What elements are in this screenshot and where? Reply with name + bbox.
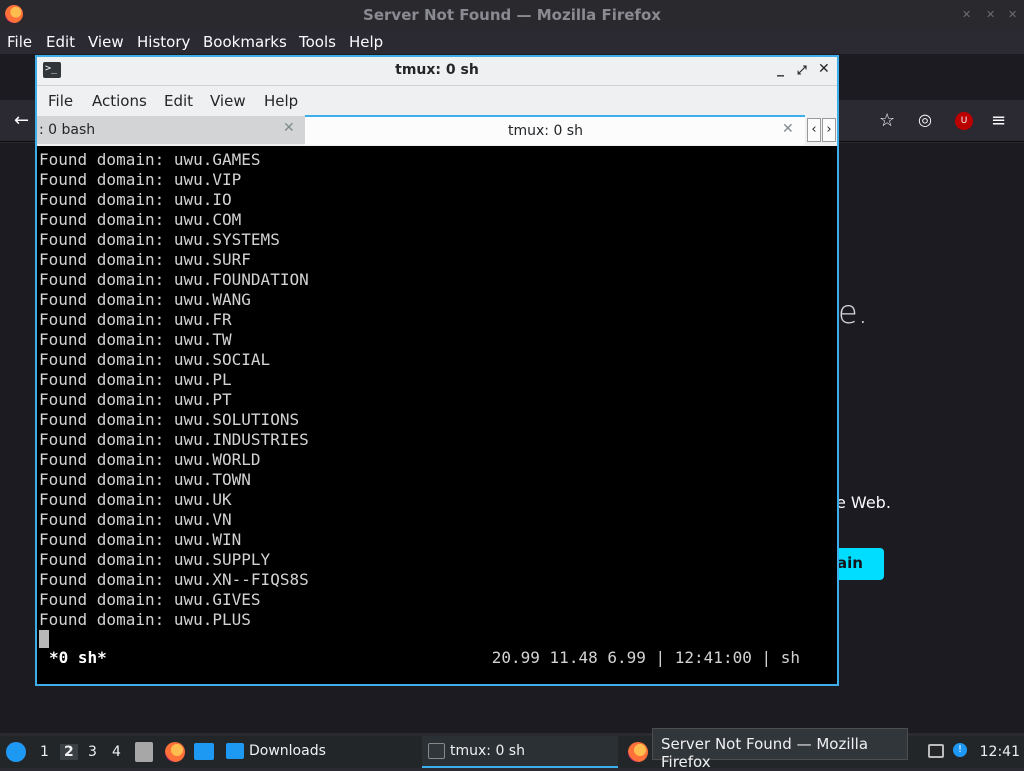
taskbar-downloads-label: Downloads (249, 743, 326, 759)
tab-close-icon[interactable]: ✕ (782, 121, 794, 137)
tab-scroll-left-icon[interactable]: ‹ (807, 118, 821, 142)
terminal-line: Found domain: uwu.PT (39, 390, 232, 409)
workspace-3[interactable]: 3 (88, 744, 97, 760)
taskbar-tmux[interactable]: tmux: 0 sh (422, 736, 618, 768)
tab-close-icon[interactable]: ✕ (283, 120, 295, 136)
terminal-line: Found domain: uwu.SOLUTIONS (39, 410, 300, 429)
terminal-line: Found domain: uwu.XN--FIQS8S (39, 570, 309, 589)
tab-bar: : 0 bash ✕ tmux: 0 sh ✕ ‹ › (37, 115, 837, 146)
private-mask-icon[interactable]: ◎ (918, 110, 932, 129)
tmux-status-right: 20.99 11.48 6.99 | 12:41:00 | sh (491, 648, 800, 667)
menu-view[interactable]: View (210, 92, 246, 110)
network-icon[interactable] (928, 744, 944, 758)
clock[interactable]: 12:41 (980, 744, 1020, 760)
tmux-window-indicator[interactable]: *0 sh* (49, 648, 107, 667)
terminal-line: Found domain: uwu.SOCIAL (39, 350, 271, 369)
menu-edit[interactable]: Edit (46, 33, 75, 51)
terminal-line: Found domain: uwu.IO (39, 190, 232, 209)
folder-icon (226, 743, 244, 759)
menu-view[interactable]: View (88, 33, 124, 51)
menu-file[interactable]: File (48, 92, 73, 110)
menu-tools[interactable]: Tools (299, 33, 336, 51)
menu-history[interactable]: History (137, 33, 190, 51)
tab-scroll-right-icon[interactable]: › (822, 118, 836, 142)
terminal-line: Found domain: uwu.SYSTEMS (39, 230, 280, 249)
firefox-menubar: File Edit View History Bookmarks Tools H… (0, 30, 1024, 54)
tmux-status-bar: *0 sh* 20.99 11.48 6.99 | 12:41:00 | sh (37, 646, 837, 670)
firefox-tooltip: Server Not Found — Mozilla Firefox (652, 728, 908, 771)
file-manager-icon[interactable] (135, 742, 153, 762)
tmux-titlebar[interactable]: >_ tmux: 0 sh _ ⤢ ✕ (37, 57, 837, 85)
terminal-line: Found domain: uwu.INDUSTRIES (39, 430, 309, 449)
minimize-icon[interactable]: ✕ (962, 8, 971, 21)
menu-edit[interactable]: Edit (164, 92, 193, 110)
close-icon[interactable]: ✕ (1008, 8, 1017, 21)
notification-icon[interactable]: ! (953, 743, 967, 757)
menu-actions[interactable]: Actions (92, 92, 147, 110)
workspace-1[interactable]: 1 (40, 744, 49, 760)
desktop-icon[interactable] (194, 743, 214, 760)
terminal-line: Found domain: uwu.SURF (39, 250, 251, 269)
terminal-line: Found domain: uwu.WORLD (39, 450, 261, 469)
menu-bookmarks[interactable]: Bookmarks (203, 33, 287, 51)
firefox-launcher-icon[interactable] (165, 742, 185, 762)
terminal-line: Found domain: uwu.WANG (39, 290, 251, 309)
menu-file[interactable]: File (7, 33, 32, 51)
taskbar-firefox-icon[interactable] (628, 742, 648, 762)
terminal-line: Found domain: uwu.TW (39, 330, 232, 349)
terminal-line: Found domain: uwu.GIVES (39, 590, 261, 609)
taskbar-downloads[interactable]: Downloads (222, 736, 402, 768)
workspace-2[interactable]: 2 (60, 744, 78, 760)
firefox-titlebar: Server Not Found — Mozilla Firefox ✕ ✕ ✕ (0, 0, 1024, 30)
terminal-line: Found domain: uwu.FOUNDATION (39, 270, 309, 289)
terminal-line: Found domain: uwu.WIN (39, 530, 242, 549)
terminal-line: Found domain: uwu.PLUS (39, 610, 251, 629)
terminal-line: Found domain: uwu.COM (39, 210, 242, 229)
menu-help[interactable]: Help (349, 33, 383, 51)
close-icon[interactable]: ✕ (818, 61, 830, 77)
back-icon[interactable]: ← (14, 110, 29, 131)
terminal-area[interactable]: Found domain: uwu.GAMES Found domain: uwu… (37, 146, 837, 684)
firefox-window-title: Server Not Found — Mozilla Firefox (363, 6, 661, 24)
terminal-output: Found domain: uwu.GAMES Found domain: uwu… (39, 150, 309, 630)
maximize-icon[interactable]: ⤢ (797, 63, 807, 78)
app-launcher-icon[interactable] (6, 742, 26, 762)
menu-help[interactable]: Help (264, 92, 298, 110)
terminal-icon (428, 743, 445, 759)
tab-label: : 0 bash (39, 122, 96, 138)
tab-bash[interactable]: : 0 bash ✕ (37, 116, 305, 144)
minimize-icon[interactable]: _ (777, 61, 784, 77)
hamburger-menu-icon[interactable]: ≡ (991, 110, 1006, 131)
terminal-line: Found domain: uwu.VN (39, 510, 232, 529)
tab-sh[interactable]: tmux: 0 sh ✕ (305, 115, 805, 145)
tmux-window-title: tmux: 0 sh (395, 62, 479, 78)
tmux-menubar: File Actions Edit View Help (37, 85, 837, 115)
bookmark-star-icon[interactable]: ☆ (879, 110, 895, 131)
tmux-window: >_ tmux: 0 sh _ ⤢ ✕ File Actions Edit Vi… (35, 55, 839, 686)
page-heading-fragment: e. (838, 293, 868, 331)
terminal-line: Found domain: uwu.VIP (39, 170, 242, 189)
terminal-line: Found domain: uwu.UK (39, 490, 232, 509)
ublock-icon[interactable]: U (955, 112, 973, 130)
terminal-line: Found domain: uwu.TOWN (39, 470, 251, 489)
terminal-line: Found domain: uwu.SUPPLY (39, 550, 271, 569)
taskbar-tmux-label: tmux: 0 sh (450, 743, 525, 759)
page-text-fragment: e Web. (836, 493, 891, 512)
tab-label: tmux: 0 sh (508, 123, 583, 139)
workspace-4[interactable]: 4 (112, 744, 121, 760)
terminal-line: Found domain: uwu.PL (39, 370, 232, 389)
terminal-line: Found domain: uwu.FR (39, 310, 232, 329)
terminal-line: Found domain: uwu.GAMES (39, 150, 261, 169)
maximize-icon[interactable]: ✕ (986, 8, 995, 21)
